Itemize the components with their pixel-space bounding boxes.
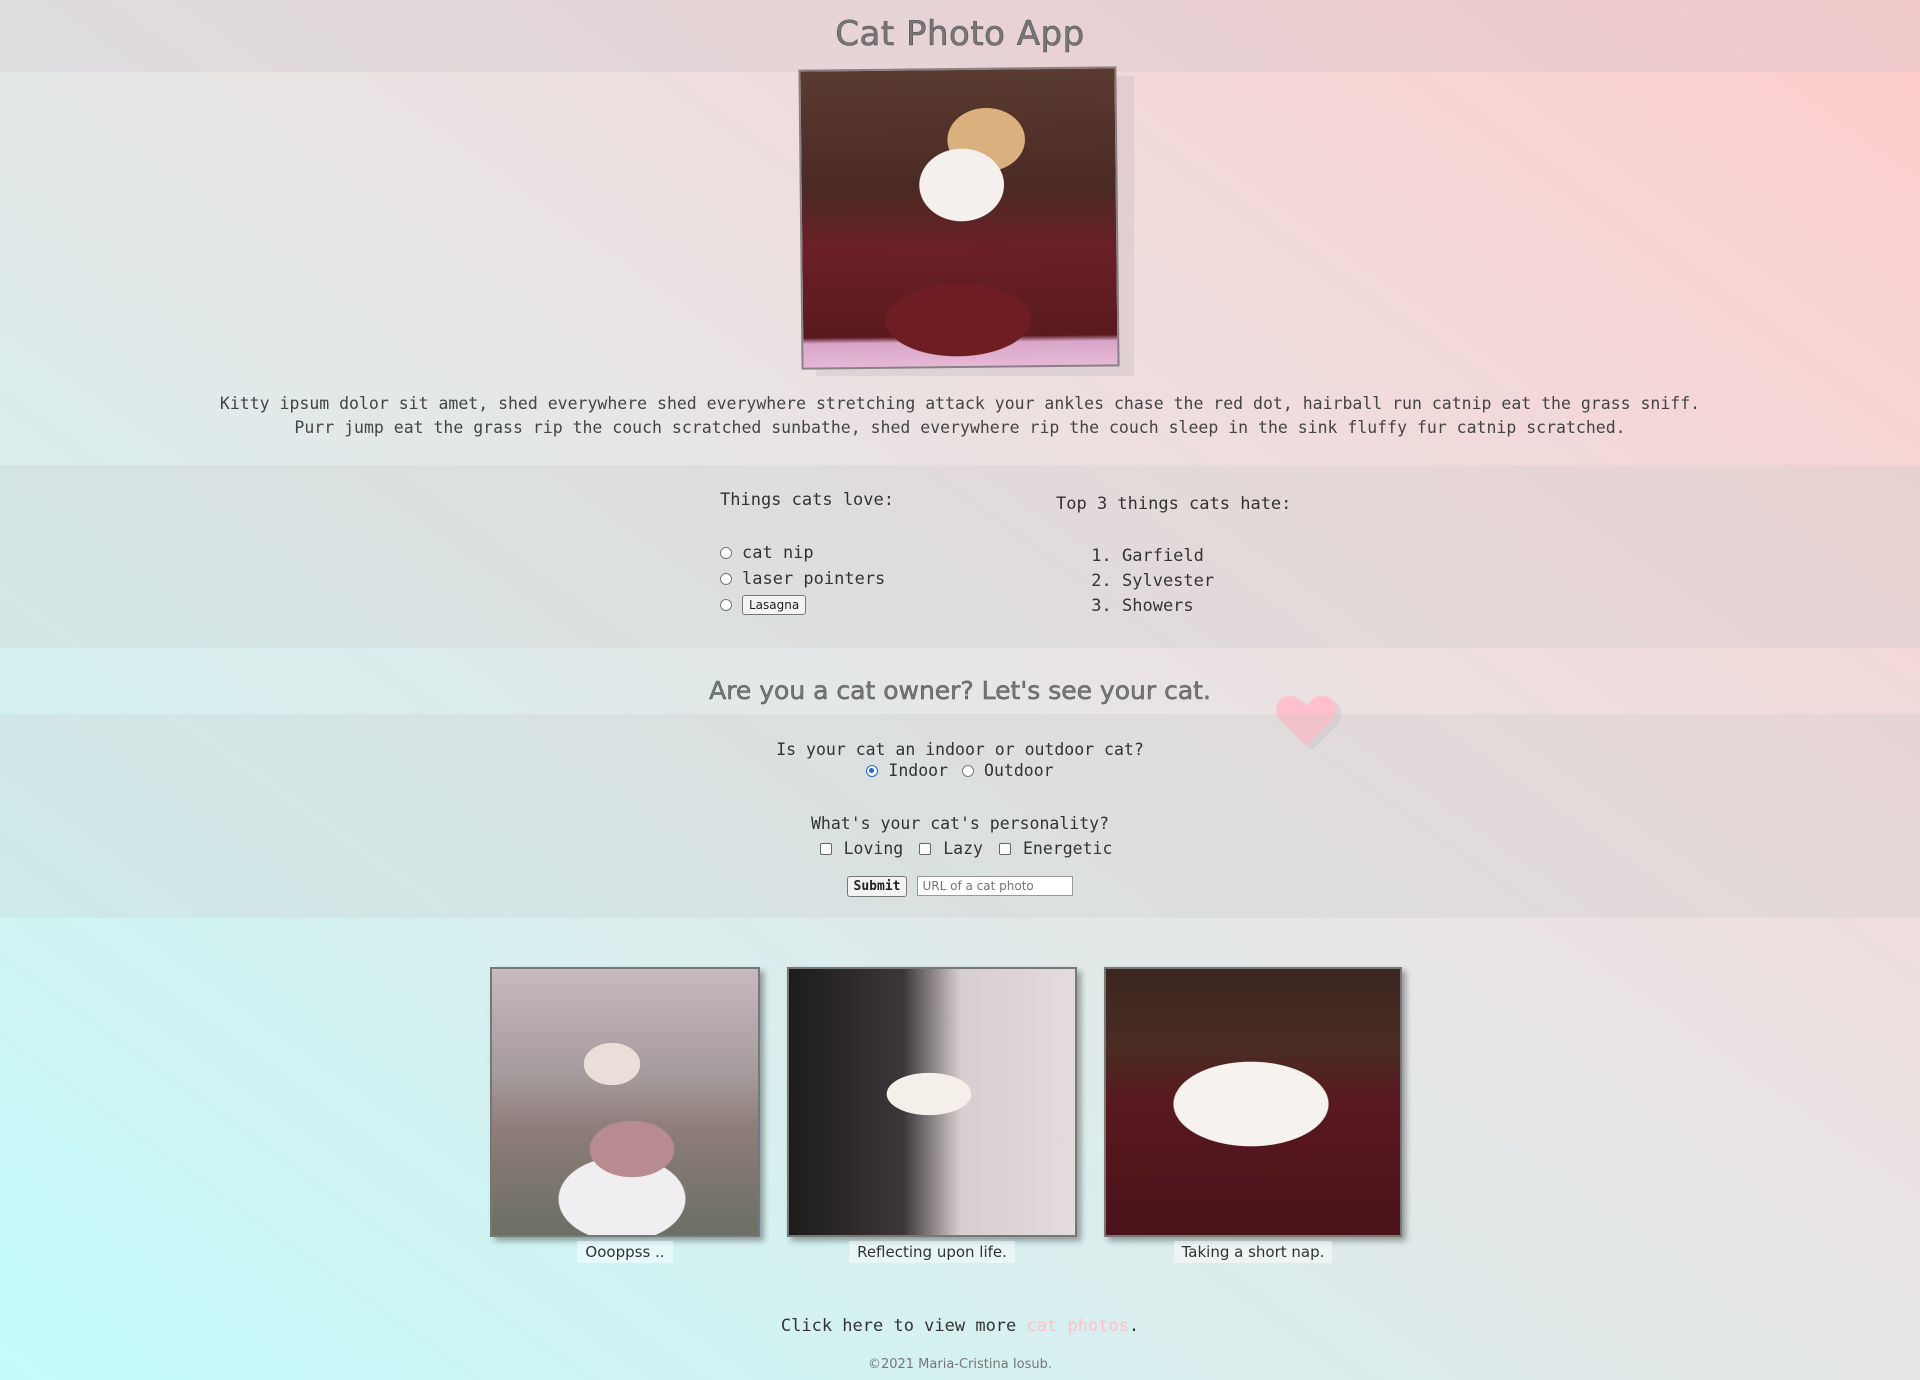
hate-ordered-list: Garfield Sylvester Showers <box>1056 544 1291 619</box>
gallery-caption: Taking a short nap. <box>1104 1241 1402 1263</box>
outdoor-radio[interactable] <box>962 764 975 777</box>
cats-love-list: Things cats love: cat nip laser pointers… <box>720 490 894 618</box>
personality-label: What's your cat's personality? <box>810 814 1109 833</box>
cat-photo-url-input[interactable] <box>917 876 1074 896</box>
view-more-text: Click here to view more <box>780 1316 1027 1336</box>
indoor-radio[interactable] <box>866 764 879 777</box>
hero-cat-photo <box>798 66 1120 370</box>
love-option-laser-pointers[interactable]: laser pointers <box>720 566 894 592</box>
love-option-label: cat nip <box>742 543 814 563</box>
submit-button[interactable]: Submit <box>846 876 908 897</box>
gallery-card: Reflecting upon life. <box>787 967 1077 1263</box>
personality-options: Loving Lazy Energetic <box>0 839 1920 858</box>
list-item: Showers <box>1122 594 1291 619</box>
radio-button[interactable] <box>720 599 732 611</box>
submit-row: Submit <box>0 876 1920 897</box>
gallery-card: Oooppss .. <box>490 967 760 1263</box>
energetic-checkbox[interactable] <box>998 842 1011 855</box>
owner-heading: Are you a cat owner? Let's see your cat. <box>709 676 1211 706</box>
view-more-line: Click here to view more cat photos. <box>0 1316 1920 1336</box>
list-item: Garfield <box>1122 544 1291 569</box>
lazy-checkbox[interactable] <box>919 842 932 855</box>
love-option-label: laser pointers <box>742 569 886 589</box>
cats-love-heading: Things cats love: <box>720 490 894 510</box>
owner-heading-band: Are you a cat owner? Let's see your cat. <box>0 648 1920 714</box>
lists-band <box>0 465 1920 648</box>
gallery-caption: Oooppss .. <box>490 1241 760 1263</box>
intro-text: Kitty ipsum dolor sit amet, shed everywh… <box>0 392 1920 440</box>
lazy-label: Lazy <box>943 839 983 858</box>
outdoor-label: Outdoor <box>984 761 1054 780</box>
indoor-outdoor-label: Is your cat an indoor or outdoor cat? <box>776 740 1144 759</box>
lasagna-button[interactable]: Lasagna <box>742 595 807 615</box>
indoor-outdoor-options: Indoor Outdoor <box>0 761 1920 780</box>
header-band: Cat Photo App <box>0 0 1920 72</box>
cats-hate-list: Top 3 things cats hate: Garfield Sylvest… <box>1056 494 1291 619</box>
indoor-outdoor-question: Is your cat an indoor or outdoor cat? In… <box>0 740 1920 780</box>
loving-checkbox[interactable] <box>819 842 832 855</box>
page-title: Cat Photo App <box>835 14 1085 55</box>
love-option-lasagna[interactable]: Lasagna <box>720 592 894 618</box>
intro-line-2: Purr jump eat the grass rip the couch sc… <box>294 418 1626 437</box>
radio-button[interactable] <box>720 547 732 559</box>
footer-copyright: ©2021 Maria-Cristina Iosub. <box>867 1357 1053 1372</box>
cat-photos-link[interactable]: cat photos <box>1027 1316 1129 1336</box>
view-more-suffix: . <box>1128 1316 1140 1336</box>
hero-image-frame <box>798 66 1134 376</box>
gallery-caption: Reflecting upon life. <box>787 1241 1077 1263</box>
list-item: Sylvester <box>1122 569 1291 594</box>
intro-line-1: Kitty ipsum dolor sit amet, shed everywh… <box>219 394 1701 413</box>
gallery-photo-radiator-cat[interactable] <box>787 967 1077 1237</box>
indoor-label: Indoor <box>888 761 949 780</box>
loving-label: Loving <box>843 839 904 858</box>
energetic-label: Energetic <box>1022 839 1113 858</box>
owner-form: Is your cat an indoor or outdoor cat? In… <box>0 714 1920 918</box>
love-option-cat-nip[interactable]: cat nip <box>720 540 894 566</box>
gallery-card: Taking a short nap. <box>1104 967 1402 1263</box>
personality-question: What's your cat's personality? Loving La… <box>0 814 1920 858</box>
radio-button[interactable] <box>720 573 732 585</box>
cats-hate-heading: Top 3 things cats hate: <box>1056 494 1292 514</box>
gallery-photo-napping-cat[interactable] <box>1104 967 1402 1237</box>
gallery-photo-box-cat[interactable] <box>490 967 760 1237</box>
